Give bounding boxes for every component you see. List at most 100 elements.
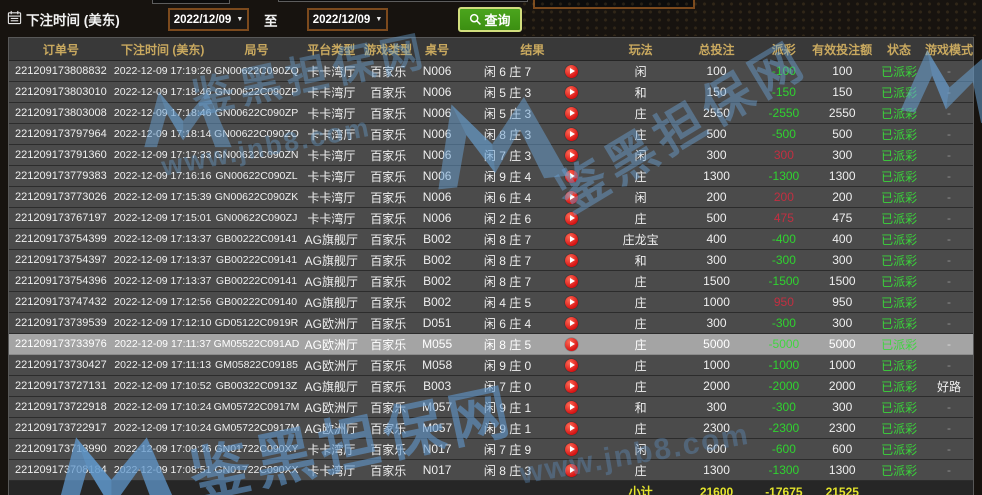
table-number: N006 (414, 61, 460, 81)
table-row[interactable]: 2212091737395392022-12-09 17:12:10GD0512… (9, 313, 973, 334)
bet-time: 2022-12-09 17:08:51 (113, 460, 213, 480)
replay-video-icon[interactable] (565, 422, 578, 435)
table-row[interactable]: 2212091737229172022-12-09 17:10:24GM0572… (9, 418, 973, 439)
replay-video-icon[interactable] (565, 233, 578, 246)
date-to-select[interactable]: 2022/12/09 ▼ (307, 8, 388, 31)
search-button[interactable]: 查询 (458, 7, 522, 32)
column-header-6: 桌号 (414, 38, 460, 60)
table-row[interactable]: 2212091737730262022-12-09 17:15:39GN0062… (9, 187, 973, 208)
table-row[interactable]: 2212091737271312022-12-09 17:10:52GB0032… (9, 376, 973, 397)
replay-video-icon[interactable] (565, 275, 578, 288)
replay-video-icon[interactable] (565, 317, 578, 330)
replay-video-icon[interactable] (565, 338, 578, 351)
column-header-10: 派彩 (756, 38, 811, 60)
table-row-selected[interactable]: 2212091737339762022-12-09 17:11:37GM0552… (9, 334, 973, 355)
replay-video-icon[interactable] (565, 296, 578, 309)
table-row[interactable]: 2212091737913602022-12-09 17:17:33GN0062… (9, 145, 973, 166)
order-number: 221209173754399 (9, 229, 113, 249)
order-number: 221209173727131 (9, 376, 113, 396)
game-mode: - (925, 166, 973, 186)
replay-video-icon[interactable] (565, 359, 578, 372)
column-header-4: 平台类型 (300, 38, 362, 60)
table-row[interactable]: 2212091737081842022-12-09 17:08:51GN0172… (9, 460, 973, 481)
bet-time: 2022-12-09 17:11:13 (113, 355, 213, 375)
round-number: GN00622C090ZP (213, 82, 301, 102)
table-row[interactable]: 2212091737543972022-12-09 17:13:37GB0022… (9, 250, 973, 271)
table-row[interactable]: 2212091737543992022-12-09 17:13:37GB0022… (9, 229, 973, 250)
replay-video-icon[interactable] (565, 86, 578, 99)
replay-video-icon[interactable] (565, 401, 578, 414)
play-type: 庄龙宝 (605, 229, 677, 249)
result-text: 闲 6 庄 4 (460, 315, 555, 332)
replay-video-icon[interactable] (565, 107, 578, 120)
replay-video-icon[interactable] (565, 380, 578, 393)
platform-type: 卡卡湾厅 (300, 103, 362, 123)
replay-video-icon[interactable] (565, 212, 578, 225)
replay-video-icon[interactable] (565, 65, 578, 78)
chevron-down-icon: ▼ (375, 16, 382, 23)
replay-video-icon[interactable] (565, 170, 578, 183)
result-text: 闲 7 庄 0 (460, 378, 555, 395)
platform-type: 卡卡湾厅 (300, 124, 362, 144)
platform-type: 卡卡湾厅 (300, 82, 362, 102)
table-number: N006 (414, 187, 460, 207)
payout: -500 (756, 124, 811, 144)
table-row[interactable]: 2212091738030102022-12-09 17:18:46GN0062… (9, 82, 973, 103)
result-text: 闲 9 庄 1 (460, 399, 555, 416)
table-row[interactable]: 2212091737793832022-12-09 17:16:16GN0062… (9, 166, 973, 187)
play-type: 庄 (605, 271, 677, 291)
play-type: 庄 (605, 313, 677, 333)
game-type: 百家乐 (362, 82, 414, 102)
game-mode: - (925, 187, 973, 207)
table-row[interactable]: 2212091737671972022-12-09 17:15:01GN0062… (9, 208, 973, 229)
play-type: 庄 (605, 376, 677, 396)
result-cell: 闲 6 庄 4 (460, 187, 605, 207)
total-bet: 1000 (677, 292, 757, 312)
replay-video-icon[interactable] (565, 191, 578, 204)
replay-video-icon[interactable] (565, 443, 578, 456)
platform-type: AG旗舰厅 (300, 376, 362, 396)
status-badge: 已派彩 (873, 418, 925, 438)
table-row[interactable]: 2212091738030082022-12-09 17:18:46GN0062… (9, 103, 973, 124)
table-number: N017 (414, 439, 460, 459)
table-row[interactable]: 2212091737543962022-12-09 17:13:37GB0022… (9, 271, 973, 292)
table-row[interactable]: 2212091737474322022-12-09 17:12:56GB0022… (9, 292, 973, 313)
bet-time: 2022-12-09 17:13:37 (113, 229, 213, 249)
payout: 200 (756, 187, 811, 207)
play-type: 庄 (605, 103, 677, 123)
status-badge: 已派彩 (873, 313, 925, 333)
result-text: 闲 2 庄 6 (460, 210, 555, 227)
status-badge: 已派彩 (873, 145, 925, 165)
table-row[interactable]: 2212091737979642022-12-09 17:18:14GN0062… (9, 124, 973, 145)
status-badge: 已派彩 (873, 376, 925, 396)
game-type: 百家乐 (362, 292, 414, 312)
game-type: 百家乐 (362, 250, 414, 270)
order-number: 221209173803010 (9, 82, 113, 102)
table-row[interactable]: 2212091737304272022-12-09 17:11:13GM0582… (9, 355, 973, 376)
result-text: 闲 9 庄 0 (460, 357, 555, 374)
bet-time: 2022-12-09 17:11:37 (113, 334, 213, 354)
round-number: GN00622C090ZJ (213, 208, 301, 228)
bet-time: 2022-12-09 17:09:26 (113, 439, 213, 459)
subtotal-label: 小计 (605, 481, 677, 495)
table-row[interactable]: 2212091738088322022-12-09 17:19:26GN0062… (9, 61, 973, 82)
valid-bet: 475 (811, 208, 873, 228)
play-type: 闲 (605, 439, 677, 459)
order-number: 221209173803008 (9, 103, 113, 123)
replay-video-icon[interactable] (565, 464, 578, 477)
game-type: 百家乐 (362, 376, 414, 396)
payout: -1300 (756, 460, 811, 480)
replay-video-icon[interactable] (565, 149, 578, 162)
platform-type: AG欧洲厅 (300, 355, 362, 375)
bet-time: 2022-12-09 17:19:26 (113, 61, 213, 81)
replay-video-icon[interactable] (565, 128, 578, 141)
bet-time: 2022-12-09 17:10:24 (113, 418, 213, 438)
result-cell: 闲 6 庄 4 (460, 313, 605, 333)
replay-video-icon[interactable] (565, 254, 578, 267)
subtotal-total-bet: 21600 (677, 481, 757, 495)
table-row[interactable]: 2212091737229182022-12-09 17:10:24GM0572… (9, 397, 973, 418)
table-row[interactable]: 2212091737139902022-12-09 17:09:26GN0172… (9, 439, 973, 460)
game-mode: - (925, 229, 973, 249)
date-from-select[interactable]: 2022/12/09 ▼ (168, 8, 249, 31)
status-badge: 已派彩 (873, 292, 925, 312)
